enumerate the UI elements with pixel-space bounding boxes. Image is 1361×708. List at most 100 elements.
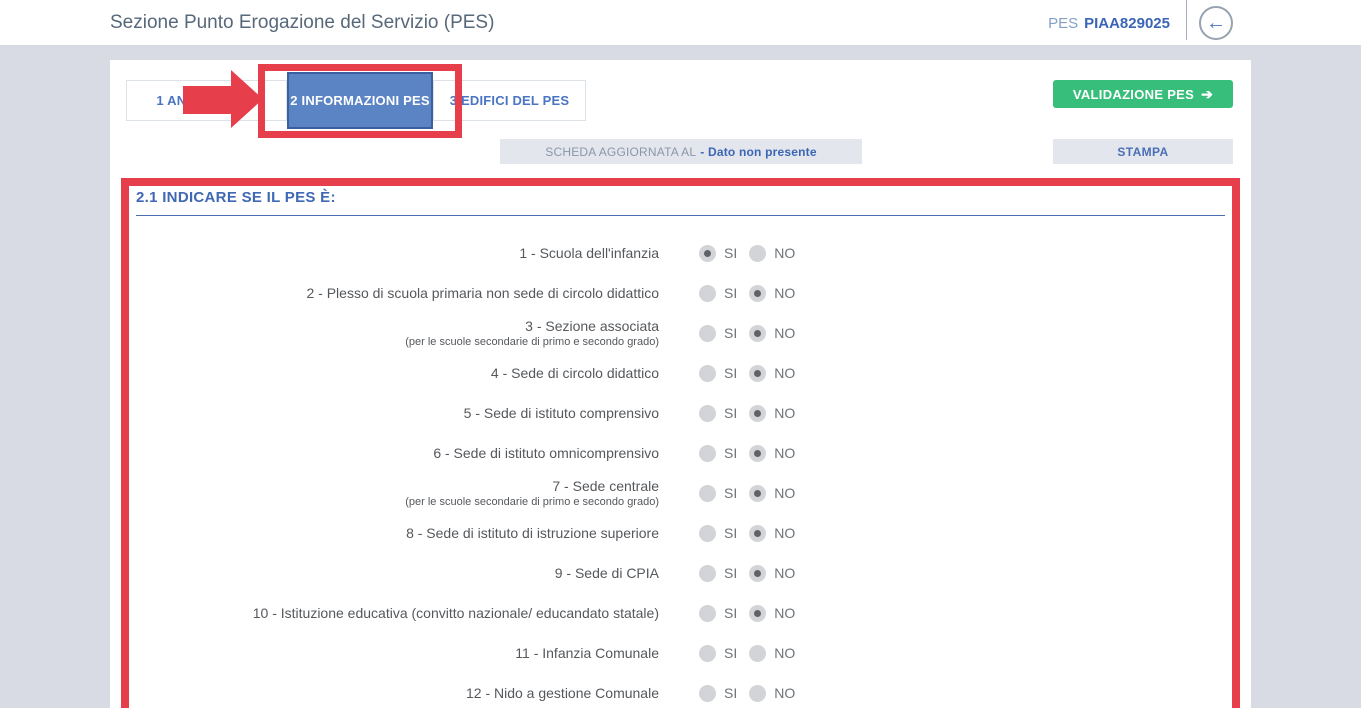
radio-si[interactable] <box>699 285 716 302</box>
tab-bar: 1 ANAGRAFICA 2 INFORMAZIONI PES 3 EDIFIC… <box>126 80 586 129</box>
radio-si-label: SI <box>724 565 737 581</box>
radio-si[interactable] <box>699 365 716 382</box>
radio-no-label: NO <box>774 325 795 341</box>
radio-no[interactable] <box>749 365 766 382</box>
radio-si-label: SI <box>724 525 737 541</box>
question-label-wrap: 9 - Sede di CPIA <box>136 564 659 582</box>
question-label-wrap: 1 - Scuola dell'infanzia <box>136 244 659 262</box>
header-divider <box>1186 0 1187 40</box>
validazione-pes-button[interactable]: VALIDAZIONE PES ➔ <box>1053 80 1233 108</box>
question-row: 4 - Sede di circolo didattico SI NO <box>136 353 1225 393</box>
radio-si[interactable] <box>699 685 716 702</box>
question-list: 1 - Scuola dell'infanzia SI NO 2 - Pless… <box>136 233 1225 708</box>
question-label: 1 - Scuola dell'infanzia <box>136 244 659 262</box>
back-arrow-icon: ← <box>1206 13 1226 33</box>
question-label-wrap: 6 - Sede di istituto omnicomprensivo <box>136 444 659 462</box>
radio-si[interactable] <box>699 445 716 462</box>
question-row: 5 - Sede di istituto comprensivo SI NO <box>136 393 1225 433</box>
radio-no-label: NO <box>774 405 795 421</box>
question-label-wrap: 5 - Sede di istituto comprensivo <box>136 404 659 422</box>
radio-no[interactable] <box>749 605 766 622</box>
radio-group: SI NO <box>699 285 795 302</box>
question-row: 10 - Istituzione educativa (convitto naz… <box>136 593 1225 633</box>
question-label-wrap: 7 - Sede centrale (per le scuole seconda… <box>136 477 659 508</box>
radio-no[interactable] <box>749 325 766 342</box>
radio-no[interactable] <box>749 285 766 302</box>
tab-anagrafica[interactable]: 1 ANAGRAFICA <box>126 80 287 121</box>
question-row: 6 - Sede di istituto omnicomprensivo SI … <box>136 433 1225 473</box>
radio-si-label: SI <box>724 445 737 461</box>
scheda-aggiornata-label: SCHEDA AGGIORNATA AL <box>545 145 696 159</box>
radio-si[interactable] <box>699 605 716 622</box>
page: Sezione Punto Erogazione del Servizio (P… <box>0 0 1361 708</box>
radio-group: SI NO <box>699 685 795 702</box>
radio-no-label: NO <box>774 445 795 461</box>
radio-no-label: NO <box>774 285 795 301</box>
question-row: 1 - Scuola dell'infanzia SI NO <box>136 233 1225 273</box>
radio-group: SI NO <box>699 245 795 262</box>
back-button[interactable]: ← <box>1199 6 1233 40</box>
radio-no-label: NO <box>774 605 795 621</box>
question-label: 11 - Infanzia Comunale <box>136 644 659 662</box>
question-label: 6 - Sede di istituto omnicomprensivo <box>136 444 659 462</box>
radio-si[interactable] <box>699 485 716 502</box>
section-title: 2.1 INDICARE SE IL PES È: <box>136 189 1225 206</box>
radio-no[interactable] <box>749 405 766 422</box>
radio-si[interactable] <box>699 325 716 342</box>
radio-si-label: SI <box>724 285 737 301</box>
question-label: 10 - Istituzione educativa (convitto naz… <box>136 604 659 622</box>
radio-no[interactable] <box>749 645 766 662</box>
radio-no-label: NO <box>774 565 795 581</box>
radio-group: SI NO <box>699 365 795 382</box>
main-card: 1 ANAGRAFICA 2 INFORMAZIONI PES 3 EDIFIC… <box>110 60 1251 708</box>
radio-group: SI NO <box>699 645 795 662</box>
radio-no-label: NO <box>774 245 795 261</box>
question-label-wrap: 2 - Plesso di scuola primaria non sede d… <box>136 284 659 302</box>
question-row: 8 - Sede di istituto di istruzione super… <box>136 513 1225 553</box>
header-right: PES PIAA829025 ← <box>1048 0 1233 46</box>
stampa-button[interactable]: STAMPA <box>1053 139 1233 164</box>
radio-group: SI NO <box>699 325 795 342</box>
radio-si[interactable] <box>699 405 716 422</box>
radio-no[interactable] <box>749 485 766 502</box>
radio-no[interactable] <box>749 565 766 582</box>
question-label: 12 - Nido a gestione Comunale <box>136 684 659 702</box>
radio-si[interactable] <box>699 525 716 542</box>
question-label: 9 - Sede di CPIA <box>136 564 659 582</box>
radio-si-label: SI <box>724 605 737 621</box>
radio-si-label: SI <box>724 685 737 701</box>
radio-si-label: SI <box>724 245 737 261</box>
tab-informazioni-pes[interactable]: 2 INFORMAZIONI PES <box>287 72 433 129</box>
question-row: 3 - Sezione associata (per le scuole sec… <box>136 313 1225 353</box>
question-label: 2 - Plesso di scuola primaria non sede d… <box>136 284 659 302</box>
radio-si[interactable] <box>699 565 716 582</box>
question-label: 4 - Sede di circolo didattico <box>136 364 659 382</box>
question-row: 9 - Sede di CPIA SI NO <box>136 553 1225 593</box>
radio-no[interactable] <box>749 525 766 542</box>
radio-si[interactable] <box>699 245 716 262</box>
radio-si-label: SI <box>724 405 737 421</box>
radio-no[interactable] <box>749 445 766 462</box>
radio-group: SI NO <box>699 525 795 542</box>
radio-no[interactable] <box>749 685 766 702</box>
tab-edifici-del-pes[interactable]: 3 EDIFICI DEL PES <box>433 80 586 121</box>
radio-no-label: NO <box>774 685 795 701</box>
radio-si-label: SI <box>724 645 737 661</box>
radio-group: SI NO <box>699 605 795 622</box>
question-sublabel: (per le scuole secondarie di primo e sec… <box>136 496 659 509</box>
radio-si[interactable] <box>699 645 716 662</box>
question-row: 11 - Infanzia Comunale SI NO <box>136 633 1225 673</box>
question-sublabel: (per le scuole secondarie di primo e sec… <box>136 336 659 349</box>
question-row: 7 - Sede centrale (per le scuole seconda… <box>136 473 1225 513</box>
pes-code: PIAA829025 <box>1084 15 1170 32</box>
question-label: 5 - Sede di istituto comprensivo <box>136 404 659 422</box>
question-label-wrap: 12 - Nido a gestione Comunale <box>136 684 659 702</box>
question-label-wrap: 3 - Sezione associata (per le scuole sec… <box>136 317 659 348</box>
question-row: 12 - Nido a gestione Comunale SI NO <box>136 673 1225 708</box>
radio-no[interactable] <box>749 245 766 262</box>
radio-no-label: NO <box>774 525 795 541</box>
question-label: 7 - Sede centrale <box>136 477 659 495</box>
question-label-wrap: 10 - Istituzione educativa (convitto naz… <box>136 604 659 622</box>
section-2-1-panel: 2.1 INDICARE SE IL PES È: 1 - Scuola del… <box>121 178 1240 708</box>
scheda-aggiornata-bar: SCHEDA AGGIORNATA AL - Dato non presente <box>500 139 862 164</box>
